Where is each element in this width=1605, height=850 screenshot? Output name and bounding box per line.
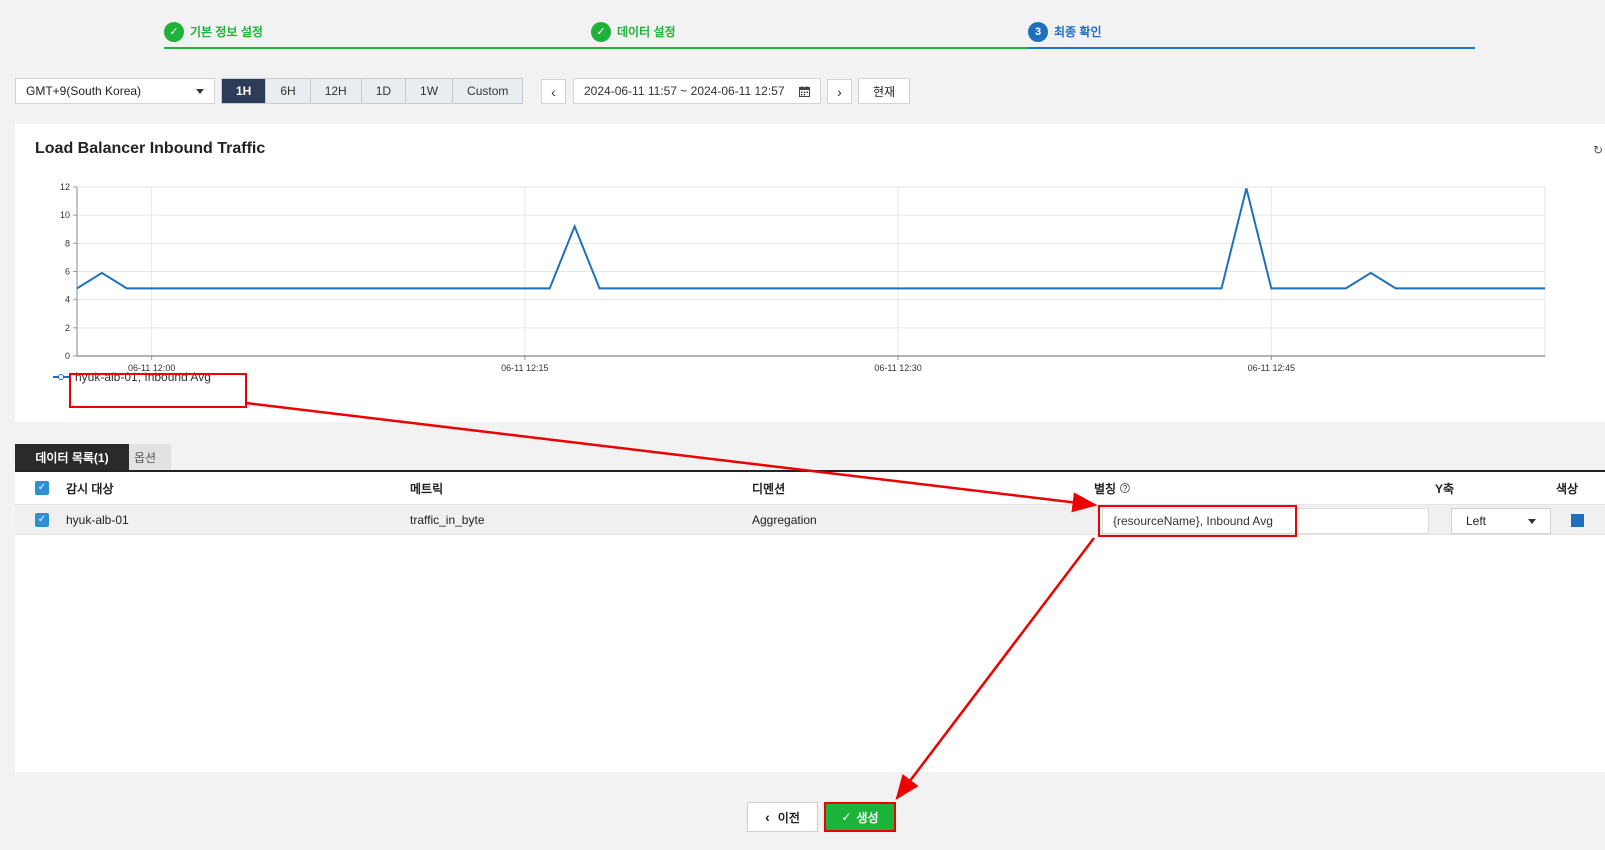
- y-tick-label: 8: [65, 238, 70, 248]
- yaxis-select[interactable]: Left: [1451, 508, 1551, 534]
- chevron-left-icon: ‹: [765, 809, 770, 825]
- check-icon: ✓: [841, 810, 852, 824]
- prev-period-button[interactable]: ‹: [541, 79, 566, 104]
- calendar-icon[interactable]: [799, 85, 810, 97]
- x-tick-label: 06-11 12:45: [1248, 363, 1295, 373]
- chevron-left-icon: ‹: [551, 83, 556, 100]
- header-alias-label: 별칭: [1094, 481, 1117, 496]
- range-1w-button[interactable]: 1W: [406, 79, 454, 103]
- legend-series-icon: [53, 372, 69, 382]
- table-row[interactable]: ✓ hyuk-alb-01 traffic_in_byte Aggregatio…: [15, 504, 1605, 535]
- check-icon: ✓: [591, 21, 611, 42]
- header-target: 감시 대상: [66, 481, 114, 496]
- row-checkbox[interactable]: ✓: [35, 505, 49, 534]
- chevron-right-icon: ›: [837, 83, 842, 100]
- legend-highlight-box: [69, 373, 247, 408]
- step-basic-info[interactable]: ✓ 기본 정보 설정: [164, 16, 591, 49]
- line-chart: 02468101206-11 12:00 06-11 12:15 06-11 12:…: [60, 182, 1546, 373]
- range-custom-button[interactable]: Custom: [453, 79, 522, 103]
- date-range-value: 2024-06-11 11:57 ~ 2024-06-11 12:57: [584, 84, 785, 98]
- header-color: 색상: [1556, 481, 1579, 496]
- range-1h-button[interactable]: 1H: [222, 79, 267, 103]
- create-label: 생성: [856, 810, 879, 825]
- series-line: [76, 188, 1545, 290]
- y-tick-label: 2: [65, 323, 70, 333]
- y-tick-label: 4: [65, 295, 70, 305]
- header-dimension: 디멘션: [752, 481, 786, 496]
- y-tick-label: 6: [65, 267, 70, 277]
- step-data-settings[interactable]: ✓ 데이터 설정: [591, 16, 1028, 49]
- checkmark-icon: ✓: [35, 512, 49, 527]
- row-metric: traffic_in_byte: [410, 512, 485, 527]
- step-label: 데이터 설정: [617, 25, 676, 39]
- data-table-panel: ✓ 감시 대상 메트릭 디멘션 별칭 ? Y축 색상 ✓ hyuk-alb-01…: [15, 470, 1605, 772]
- step-label: 기본 정보 설정: [190, 25, 263, 39]
- caret-down-icon: [1528, 518, 1536, 524]
- row-target: hyuk-alb-01: [66, 512, 129, 527]
- chart-card: Load Balancer Inbound Traffic ↻ 0 2 4 6 8 10 1…: [15, 124, 1605, 422]
- now-button[interactable]: 현재: [858, 78, 910, 104]
- header-metric: 메트릭: [410, 481, 444, 496]
- step-label: 최종 확인: [1054, 25, 1102, 39]
- range-12h-button[interactable]: 12H: [311, 79, 362, 103]
- x-tick-label: 06-11 12:30: [874, 363, 921, 373]
- alias-highlight-box: [1098, 505, 1297, 537]
- y-tick-label: 10: [60, 210, 70, 220]
- y-tick-label: 12: [60, 182, 70, 192]
- date-range-field[interactable]: 2024-06-11 11:57 ~ 2024-06-11 12:57: [573, 78, 821, 104]
- help-icon[interactable]: ?: [1120, 483, 1131, 493]
- next-period-button[interactable]: ›: [827, 79, 852, 104]
- x-tick-label: 06-11 12:15: [501, 363, 548, 373]
- table-header: ✓ 감시 대상 메트릭 디멘션 별칭 ? Y축 색상: [15, 472, 1605, 504]
- caret-down-icon: [196, 88, 204, 94]
- y-tick-label: 0: [65, 351, 70, 361]
- time-range-group: 1H 6H 12H 1D 1W Custom: [221, 78, 524, 104]
- range-1d-button[interactable]: 1D: [362, 79, 407, 103]
- select-all-checkbox[interactable]: ✓: [35, 472, 49, 504]
- header-yaxis: Y축: [1435, 481, 1455, 496]
- header-alias: 별칭 ?: [1094, 472, 1131, 504]
- create-button[interactable]: ✓ 생성: [824, 802, 896, 832]
- range-6h-button[interactable]: 6H: [266, 79, 311, 103]
- check-icon: ✓: [164, 21, 184, 42]
- step-final-confirm[interactable]: 3 최종 확인: [1028, 16, 1475, 49]
- stepper: ✓ 기본 정보 설정 ✓ 데이터 설정 3 최종 확인: [164, 16, 1475, 50]
- prev-label: 이전: [777, 810, 800, 825]
- tab-data-list[interactable]: 데이터 목록(1): [15, 444, 129, 471]
- prev-button[interactable]: ‹ 이전: [747, 802, 818, 832]
- color-swatch[interactable]: [1571, 514, 1584, 527]
- step-number: 3: [1028, 21, 1048, 42]
- timezone-value: GMT+9(South Korea): [26, 84, 142, 98]
- timezone-select[interactable]: GMT+9(South Korea): [15, 78, 215, 104]
- checkmark-icon: ✓: [35, 481, 49, 495]
- yaxis-value: Left: [1466, 514, 1487, 528]
- row-dimension: Aggregation: [752, 512, 817, 527]
